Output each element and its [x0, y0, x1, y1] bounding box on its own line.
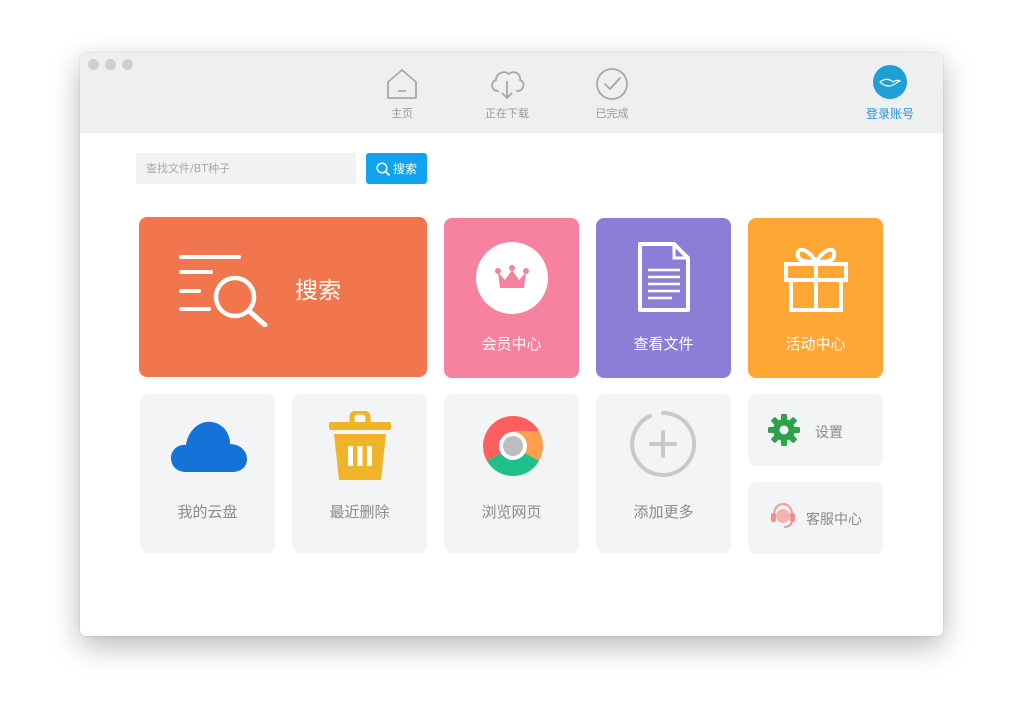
settings-tile[interactable]: 设置 [748, 394, 883, 466]
browse-web-label: 浏览网页 [481, 503, 542, 521]
window-controls [88, 59, 133, 70]
check-circle-icon [596, 68, 628, 100]
my-cloud-tile[interactable]: 我的云盘 [140, 394, 275, 553]
customer-service-tile[interactable]: 客服中心 [748, 482, 883, 554]
activity-center-label: 活动中心 [785, 335, 846, 353]
trash-icon [329, 411, 391, 480]
plus-circle-icon [630, 411, 696, 477]
view-files-tile[interactable]: 查看文件 [596, 218, 731, 378]
home-icon [387, 69, 417, 99]
magnifier-list-icon [179, 255, 268, 327]
customer-service-label: 客服中心 [806, 512, 862, 528]
minimize-window-button[interactable] [105, 59, 116, 70]
view-files-label: 查看文件 [633, 335, 694, 353]
headset-icon [771, 502, 795, 528]
my-cloud-label: 我的云盘 [177, 503, 238, 521]
search-tile[interactable]: 搜索 [139, 217, 427, 377]
title-bar: 主页 正在下载 已完成 登录账号 [80, 53, 943, 133]
app-window: 主页 正在下载 已完成 登录账号 查找文件/BT种子 搜索 搜索 会员中心 查看… [80, 53, 943, 636]
nav-completed[interactable]: 已完成 [577, 67, 647, 123]
login-account[interactable]: 登录账号 [855, 65, 925, 122]
nav-completed-label: 已完成 [595, 107, 629, 120]
gift-icon [784, 247, 848, 312]
nav-downloading-label: 正在下载 [485, 107, 529, 120]
settings-label: 设置 [815, 425, 843, 441]
maximize-window-button[interactable] [122, 59, 133, 70]
nav-home-label: 主页 [391, 107, 413, 120]
crown-icon [476, 242, 548, 314]
bird-logo-icon [879, 78, 901, 87]
nav-downloading[interactable]: 正在下载 [472, 67, 542, 123]
add-more-label: 添加更多 [633, 503, 694, 521]
cloud-download-icon [491, 71, 525, 100]
gear-icon [768, 414, 800, 446]
browse-web-tile[interactable]: 浏览网页 [444, 394, 579, 553]
avatar[interactable] [873, 65, 907, 99]
vip-center-label: 会员中心 [481, 335, 542, 353]
document-icon [638, 242, 690, 312]
recently-deleted-label: 最近删除 [329, 503, 390, 521]
search-icon [376, 161, 390, 176]
cloud-icon [171, 421, 247, 472]
close-window-button[interactable] [88, 59, 99, 70]
activity-center-tile[interactable]: 活动中心 [748, 218, 883, 378]
recently-deleted-tile[interactable]: 最近删除 [292, 394, 427, 553]
account-label: 登录账号 [865, 107, 914, 121]
vip-center-tile[interactable]: 会员中心 [444, 218, 579, 378]
search-bar: 搜索 [136, 153, 427, 184]
search-button-label: 搜索 [392, 162, 417, 176]
search-button[interactable]: 搜索 [366, 153, 427, 184]
nav-home[interactable]: 主页 [367, 67, 437, 123]
search-input[interactable] [136, 153, 356, 184]
chrome-icon [482, 416, 544, 477]
search-tile-label: 搜索 [295, 278, 341, 304]
add-more-tile[interactable]: 添加更多 [596, 394, 731, 553]
